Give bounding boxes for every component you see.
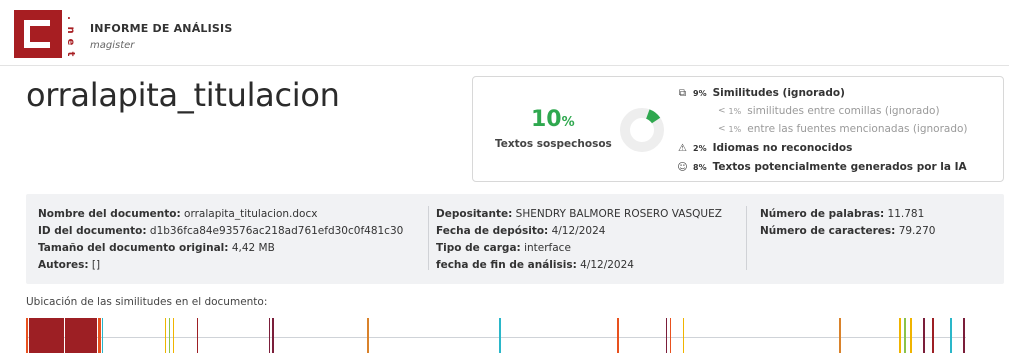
similarity-marker[interactable] bbox=[26, 318, 29, 353]
similarity-marker[interactable] bbox=[950, 318, 952, 353]
metric-item: ☺ 8% Textos potencialmente generados por l… bbox=[676, 159, 967, 175]
info-value: 4/12/2024 bbox=[548, 225, 606, 237]
similarity-marker[interactable] bbox=[669, 318, 672, 353]
report-title: INFORME DE ANÁLISIS bbox=[90, 22, 233, 35]
metric-percent: 2% bbox=[693, 143, 707, 153]
similarity-marker[interactable] bbox=[932, 318, 934, 353]
info-row: Número de caracteres: 79.270 bbox=[760, 223, 935, 240]
similarity-marker[interactable] bbox=[272, 318, 274, 353]
similarity-marker[interactable] bbox=[29, 318, 64, 353]
info-value: 4,42 MB bbox=[228, 242, 275, 254]
info-key: Autores: bbox=[38, 259, 89, 271]
similarity-marker[interactable] bbox=[665, 318, 668, 353]
less-than-sign: < bbox=[718, 106, 726, 116]
metric-label: Idiomas no reconocidos bbox=[712, 142, 853, 154]
metric-label: similitudes entre comillas (ignorado) bbox=[747, 105, 940, 117]
info-key: Tipo de carga: bbox=[436, 242, 521, 254]
logo-c-shape bbox=[24, 20, 50, 48]
metric-item: ⚠ 2% Idiomas no reconocidos bbox=[676, 140, 852, 156]
info-key: Tamaño del documento original: bbox=[38, 242, 229, 254]
info-value: d1b36fca84e93576ac218ad761efd30c0f481c30 bbox=[146, 225, 404, 237]
similarity-marker[interactable] bbox=[367, 318, 369, 353]
similarity-marker[interactable] bbox=[904, 318, 906, 353]
info-value: 11.781 bbox=[884, 208, 925, 220]
similarity-marker[interactable] bbox=[196, 318, 199, 353]
metric-label: entre las fuentes mencionadas (ignorado) bbox=[747, 123, 968, 135]
info-row: Autores: [] bbox=[38, 257, 403, 274]
info-value: 4/12/2024 bbox=[576, 259, 634, 271]
info-column-document: Nombre del documento: orralapita_titulac… bbox=[38, 206, 403, 274]
similarity-marker[interactable] bbox=[923, 318, 925, 353]
report-subtitle: magister bbox=[90, 40, 135, 51]
similarity-marker[interactable] bbox=[963, 318, 965, 353]
info-divider bbox=[428, 206, 429, 270]
similarity-marker[interactable] bbox=[899, 318, 901, 353]
report-header: .net INFORME DE ANÁLISIS magister bbox=[0, 0, 1009, 66]
info-divider bbox=[746, 206, 747, 270]
info-value: orralapita_titulacion.docx bbox=[180, 208, 318, 220]
similarity-marker[interactable] bbox=[164, 318, 167, 353]
info-row: Depositante: SHENDRY BALMORE ROSERO VASQ… bbox=[436, 206, 722, 223]
similarity-marker[interactable] bbox=[101, 318, 104, 353]
info-key: Depositante: bbox=[436, 208, 513, 220]
score-donut-chart bbox=[620, 108, 664, 152]
document-title: orralapita_titulacion bbox=[26, 76, 340, 114]
similarity-marker[interactable] bbox=[499, 318, 501, 353]
metric-percent: 1% bbox=[728, 106, 742, 116]
info-row: fecha de fin de análisis: 4/12/2024 bbox=[436, 257, 722, 274]
info-row: Fecha de depósito: 4/12/2024 bbox=[436, 223, 722, 240]
info-key: Fecha de depósito: bbox=[436, 225, 549, 237]
logo-net-text: .net bbox=[65, 16, 76, 57]
similarity-marker[interactable] bbox=[64, 318, 97, 353]
info-row: Tamaño del documento original: 4,42 MB bbox=[38, 240, 403, 257]
donut-arc bbox=[645, 109, 661, 124]
similarity-marker[interactable] bbox=[682, 318, 685, 353]
metric-sub-item: <1% entre las fuentes mencionadas (ignora… bbox=[718, 121, 968, 137]
info-value: 79.270 bbox=[895, 225, 936, 237]
info-key: Número de caracteres: bbox=[760, 225, 896, 237]
ai-robot-icon: ☺ bbox=[677, 161, 688, 173]
info-key: Número de palabras: bbox=[760, 208, 885, 220]
similarity-marker[interactable] bbox=[168, 318, 171, 353]
similarity-marker[interactable] bbox=[839, 318, 841, 353]
similarity-marker[interactable] bbox=[910, 318, 912, 353]
info-key: Nombre del documento: bbox=[38, 208, 181, 220]
info-key: ID del documento: bbox=[38, 225, 147, 237]
metric-label: Similitudes (ignorado) bbox=[712, 87, 845, 99]
language-warning-icon: ⚠ bbox=[678, 142, 687, 154]
similarity-location-bar[interactable] bbox=[26, 318, 1004, 353]
copy-icon: ⧉ bbox=[678, 87, 687, 99]
info-key: fecha de fin de análisis: bbox=[436, 259, 577, 271]
similarity-marker[interactable] bbox=[97, 318, 102, 353]
info-value: interface bbox=[520, 242, 571, 254]
compilatio-logo: .net bbox=[14, 10, 76, 58]
info-row: Tipo de carga: interface bbox=[436, 240, 722, 257]
info-column-deposit: Depositante: SHENDRY BALMORE ROSERO VASQ… bbox=[436, 206, 722, 274]
metric-label: Textos potencialmente generados por la I… bbox=[712, 161, 967, 173]
suspicious-percent: 10% bbox=[531, 107, 575, 132]
less-than-sign: < bbox=[718, 124, 726, 134]
suspicious-label: Textos sospechosos bbox=[495, 138, 612, 150]
similarity-location-title: Ubicación de las similitudes en el docum… bbox=[26, 296, 268, 308]
similarity-marker[interactable] bbox=[268, 318, 271, 353]
metric-item: ⧉ 9% Similitudes (ignorado) bbox=[676, 85, 845, 101]
metric-percent: 9% bbox=[693, 88, 707, 98]
similarity-marker[interactable] bbox=[172, 318, 175, 353]
score-card: 10% Textos sospechosos ⧉ 9% Similitudes (i… bbox=[472, 76, 1004, 182]
logo-box bbox=[14, 10, 62, 58]
similarity-marker[interactable] bbox=[617, 318, 619, 353]
metric-percent: 1% bbox=[728, 124, 742, 134]
info-row: Número de palabras: 11.781 bbox=[760, 206, 935, 223]
metric-percent: 8% bbox=[693, 162, 707, 172]
info-column-counts: Número de palabras: 11.781 Número de cara… bbox=[760, 206, 935, 240]
info-row: Nombre del documento: orralapita_titulac… bbox=[38, 206, 403, 223]
info-row: ID del documento: d1b36fca84e93576ac218a… bbox=[38, 223, 403, 240]
metric-sub-item: <1% similitudes entre comillas (ignorado) bbox=[718, 103, 940, 119]
info-value: [] bbox=[88, 259, 101, 271]
location-axis bbox=[26, 337, 966, 338]
document-info-panel: Nombre del documento: orralapita_titulac… bbox=[26, 194, 1004, 284]
info-value: SHENDRY BALMORE ROSERO VASQUEZ bbox=[512, 208, 722, 220]
